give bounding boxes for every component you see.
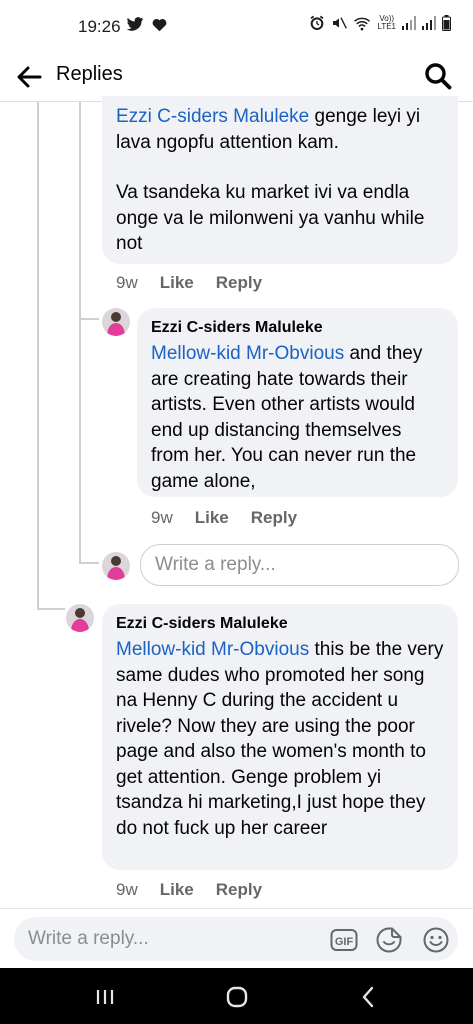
composer-box[interactable]: GIF: [14, 917, 458, 961]
comment-mention[interactable]: Mellow-kid Mr-Obvious: [116, 639, 309, 660]
comment-text: Ezzi C-siders Maluleke genge leyi yi lav…: [116, 104, 444, 155]
comment-time: 9w: [116, 880, 138, 899]
avatar-image: [102, 308, 130, 336]
comment-bubble[interactable]: Ezzi C-siders Maluleke Mellow-kid Mr-Obv…: [102, 604, 458, 870]
reply-button[interactable]: Reply: [251, 508, 297, 528]
thread-line-inner: [79, 102, 81, 564]
heart-icon: [152, 18, 167, 32]
comment-author[interactable]: Ezzi C-siders Maluleke: [116, 614, 444, 634]
avatar: [102, 552, 130, 580]
app-header: Replies: [0, 52, 473, 102]
comment-bubble[interactable]: Ezzi C-siders Maluleke Mellow-kid Mr-Obv…: [137, 308, 458, 497]
like-button[interactable]: Like: [195, 508, 229, 528]
home-icon[interactable]: [222, 982, 252, 1012]
thread-line-inner-curve: [79, 562, 99, 564]
composer-input[interactable]: [14, 917, 314, 961]
comment-time: 9w: [116, 273, 138, 292]
sticker-icon[interactable]: [375, 926, 403, 954]
volte-line2: LTE1: [377, 22, 396, 31]
comment-time: 9w: [151, 508, 173, 527]
reply-composer: GIF: [0, 908, 473, 968]
inline-reply-input[interactable]: [141, 545, 458, 585]
avatar-image: [66, 604, 94, 632]
signal-1-icon: [402, 16, 416, 30]
comment-actions: 9w Like Reply: [116, 880, 262, 900]
like-button[interactable]: Like: [160, 880, 194, 900]
comment-actions: 9w Like Reply: [116, 273, 262, 293]
volte-indicator: Vo)) LTE1: [377, 15, 396, 31]
recent-apps-icon[interactable]: [90, 982, 120, 1012]
status-time: 19:26: [78, 17, 121, 36]
page-title: Replies: [56, 63, 123, 85]
like-button[interactable]: Like: [160, 273, 194, 293]
comment-bubble[interactable]: Ezzi C-siders Maluleke genge leyi yi lav…: [102, 96, 458, 264]
comment-body: and they are creating hate towards their…: [151, 343, 423, 492]
thread-line-outer-curve: [37, 608, 65, 610]
reply-button[interactable]: Reply: [216, 273, 262, 293]
emoji-icon[interactable]: [422, 926, 450, 954]
avatar[interactable]: [102, 308, 130, 336]
comment-text: Mellow-kid Mr-Obvious this be the very s…: [116, 637, 444, 841]
wifi-icon: [354, 17, 371, 30]
comment-mention[interactable]: Mellow-kid Mr-Obvious: [151, 343, 344, 364]
alarm-icon: [310, 15, 324, 30]
back-nav-icon[interactable]: [354, 982, 384, 1012]
android-nav-bar: [0, 968, 473, 1024]
comment-author[interactable]: Ezzi C-siders Maluleke: [151, 318, 444, 338]
comment-mention[interactable]: Ezzi C-siders Maluleke: [116, 106, 309, 127]
comment-text-paragraph: Va tsandeka ku market ivi va endla onge …: [116, 182, 425, 254]
thread-line-reply-branch: [79, 318, 99, 320]
inline-reply-field[interactable]: [140, 544, 459, 586]
avatar[interactable]: [66, 604, 94, 632]
status-left-icons: [126, 17, 167, 35]
comment-actions: 9w Like Reply: [151, 508, 297, 528]
gif-label: GIF: [335, 936, 354, 948]
battery-icon: [442, 15, 451, 31]
search-icon[interactable]: [423, 61, 453, 91]
comment-text: Mellow-kid Mr-Obvious and they are creat…: [151, 341, 444, 494]
mute-icon: [333, 17, 348, 29]
signal-2-icon: [422, 16, 436, 30]
avatar-image: [102, 552, 130, 580]
status-right-icons: Vo)) LTE1: [309, 15, 451, 31]
status-bar: 19:26 Vo)) LTE1: [0, 0, 473, 52]
arrow-left-icon[interactable]: [14, 62, 44, 92]
comment-body: this be the very same dudes who promoted…: [116, 639, 444, 839]
reply-button[interactable]: Reply: [216, 880, 262, 900]
thread-line-outer: [37, 102, 39, 610]
gif-icon[interactable]: GIF: [330, 926, 358, 954]
twitter-bird-icon: [126, 17, 144, 31]
